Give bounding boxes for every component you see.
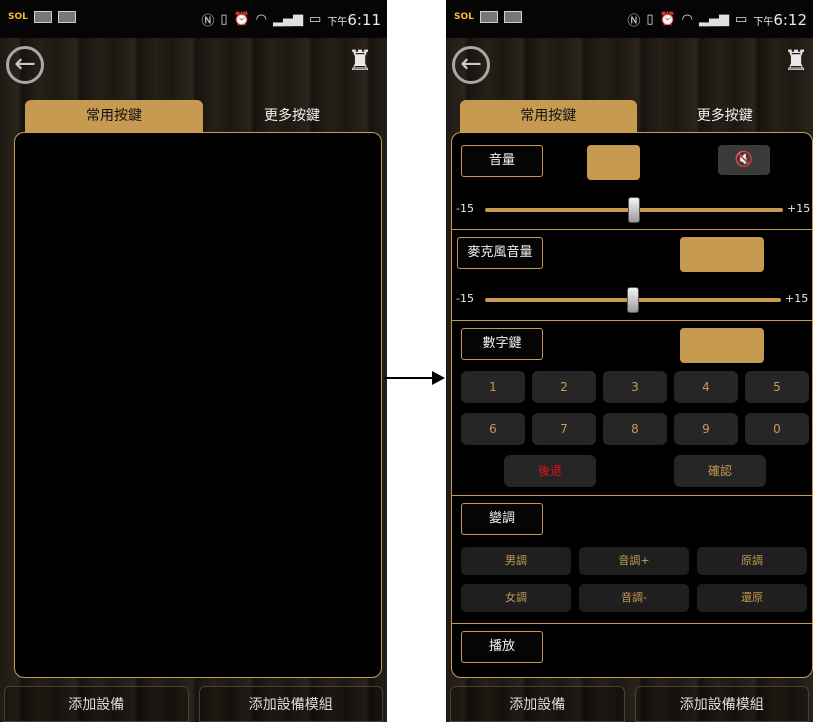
add-device-module-button[interactable]: 添加設備模組 [634, 686, 809, 722]
carrier-label: SOL [454, 12, 474, 22]
pitch-up-button[interactable]: 音調+ [579, 547, 689, 575]
camera-notification-icon [57, 11, 76, 23]
volume-slider-thumb[interactable] [628, 197, 640, 223]
mic-volume-label: 麥克風音量 [457, 237, 543, 269]
tab-common-keys[interactable]: 常用按鍵 [460, 100, 637, 132]
pitch-original-button[interactable]: 原調 [697, 547, 807, 575]
pitch-down-button[interactable]: 音調- [579, 584, 689, 612]
keys-panel-empty [14, 132, 382, 678]
vibrate-icon: ▯ [220, 12, 228, 27]
vibrate-icon: ▯ [646, 12, 654, 27]
alarm-clock-icon: ⏰ [233, 12, 250, 27]
numpad-key-4[interactable]: 4 [674, 371, 738, 403]
battery-icon: ▭ [309, 12, 322, 27]
tab-more-keys[interactable]: 更多按鍵 [637, 100, 813, 132]
numpad-key-2[interactable]: 2 [532, 371, 596, 403]
volume-slider[interactable]: -15 +15 [452, 197, 813, 223]
nfc-icon: Ⓝ [201, 14, 215, 29]
numpad-key-0[interactable]: 0 [745, 413, 809, 445]
numpad-key-7[interactable]: 7 [532, 413, 596, 445]
bottom-bar: 添加設備 添加設備模組 [446, 686, 813, 722]
signal-icon: ▂▄▆ [699, 12, 730, 27]
volume-display [587, 145, 640, 180]
numpad-display [680, 328, 764, 363]
keys-panel: 音量 🔇 -15 +15 麥克風音量 -15 +15 數字鍵 1 2 3 4 5… [451, 132, 813, 678]
alarm-icon[interactable]: ♜ [343, 44, 377, 84]
clock: 下午6:12 [753, 10, 807, 29]
tab-more-keys[interactable]: 更多按鍵 [203, 100, 381, 132]
numpad-key-5[interactable]: 5 [745, 371, 809, 403]
numpad-key-9[interactable]: 9 [674, 413, 738, 445]
clock: 下午6:11 [327, 10, 381, 29]
add-device-button[interactable]: 添加設備 [450, 686, 625, 722]
mute-icon[interactable]: 🔇 [718, 145, 770, 175]
numpad-key-3[interactable]: 3 [603, 371, 667, 403]
pitch-label: 變調 [461, 503, 543, 535]
bottom-bar: 添加設備 添加設備模組 [0, 686, 387, 722]
phone-screen-after: SOL Ⓝ ▯ ⏰ ◠ ▂▄▆ ▭ 下午6:12 ← ♜ 常用按鍵 更多按鍵 音… [446, 0, 813, 722]
numpad-key-8[interactable]: 8 [603, 413, 667, 445]
battery-icon: ▭ [735, 12, 748, 27]
section-divider [452, 495, 813, 496]
tab-common-keys[interactable]: 常用按鍵 [25, 100, 203, 132]
back-arrow-icon[interactable]: ← [6, 46, 44, 84]
back-arrow-icon[interactable]: ← [452, 46, 490, 84]
numpad-back-button[interactable]: 後退 [504, 455, 596, 487]
mic-volume-slider-min: -15 [456, 292, 474, 305]
gallery-notification-icon [33, 11, 52, 23]
mic-volume-display [680, 237, 764, 272]
nfc-icon: Ⓝ [627, 14, 641, 29]
alarm-clock-icon: ⏰ [659, 12, 676, 27]
tab-bar: 常用按鍵 更多按鍵 [25, 100, 381, 132]
wifi-icon: ◠ [255, 12, 268, 27]
wifi-icon: ◠ [681, 12, 694, 27]
mic-volume-slider[interactable]: -15 +15 [452, 287, 813, 313]
carrier-label: SOL [8, 12, 28, 22]
play-label: 播放 [461, 631, 543, 663]
volume-slider-max: +15 [787, 202, 811, 215]
pitch-reset-button[interactable]: 還原 [697, 584, 807, 612]
mic-volume-slider-thumb[interactable] [627, 287, 639, 313]
tab-bar: 常用按鍵 更多按鍵 [460, 100, 813, 132]
pitch-female-button[interactable]: 女調 [461, 584, 571, 612]
mic-volume-slider-max: +15 [785, 292, 809, 305]
numpad-confirm-button[interactable]: 確認 [674, 455, 766, 487]
status-bar: SOL Ⓝ ▯ ⏰ ◠ ▂▄▆ ▭ 下午6:12 [446, 0, 813, 38]
add-device-button[interactable]: 添加設備 [4, 686, 189, 722]
pitch-male-button[interactable]: 男調 [461, 547, 571, 575]
numpad-key-1[interactable]: 1 [461, 371, 525, 403]
numpad-key-6[interactable]: 6 [461, 413, 525, 445]
alarm-icon[interactable]: ♜ [779, 44, 813, 84]
signal-icon: ▂▄▆ [273, 12, 304, 27]
status-bar: SOL Ⓝ ▯ ⏰ ◠ ▂▄▆ ▭ 下午6:11 [0, 0, 387, 38]
section-divider [452, 229, 813, 230]
section-divider [452, 623, 813, 624]
phone-screen-before: SOL Ⓝ ▯ ⏰ ◠ ▂▄▆ ▭ 下午6:11 ← ♜ 常用按鍵 更多按鍵 添… [0, 0, 387, 722]
transition-arrow-head [432, 371, 445, 385]
camera-notification-icon [503, 11, 522, 23]
volume-label: 音量 [461, 145, 543, 177]
gallery-notification-icon [479, 11, 498, 23]
section-divider [452, 320, 813, 321]
numpad-label: 數字鍵 [461, 328, 543, 360]
add-device-module-button[interactable]: 添加設備模組 [198, 686, 383, 722]
volume-slider-min: -15 [456, 202, 474, 215]
